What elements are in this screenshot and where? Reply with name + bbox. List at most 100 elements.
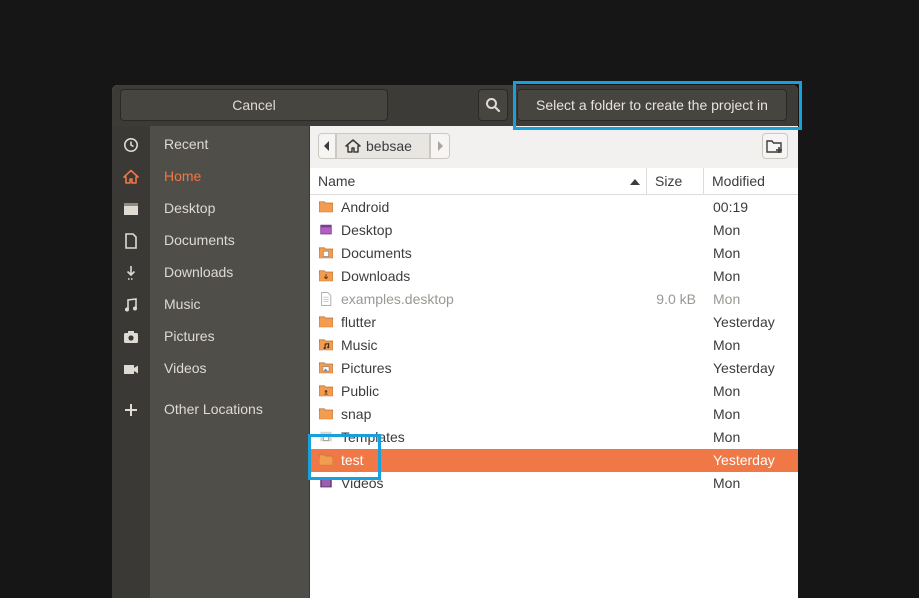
path-forward-button[interactable] [430,133,450,159]
file-modified: Mon [713,268,741,284]
file-modified: Mon [713,222,741,238]
file-modified: Mon [713,291,741,307]
sidebar-item-videos[interactable]: Videos [112,353,309,385]
column-name-label: Name [318,173,356,189]
file-modified: Mon [713,406,741,422]
file-modified: Yesterday [713,314,775,330]
templates-folder-icon [320,431,332,442]
download-icon [126,266,136,280]
file-modified: Mon [713,383,741,399]
column-header-name[interactable]: Name [310,168,647,195]
sort-ascending-icon [630,179,640,185]
folder-icon [319,408,333,420]
folder-icon [319,316,333,328]
file-modified: Mon [713,429,741,445]
folder-icon [319,454,333,466]
sidebar-item-label: Desktop [164,200,216,216]
file-row-test[interactable]: test Yesterday [310,449,798,472]
file-row-desktop[interactable]: Desktop Mon [310,219,798,242]
videos-folder-icon [320,477,332,488]
file-name: Documents [341,245,412,261]
public-folder-icon [319,385,333,397]
sidebar-item-label: Home [164,168,202,184]
file-modified: Mon [713,337,741,353]
file-name: flutter [341,314,377,330]
sidebar-item-downloads[interactable]: Downloads [112,257,309,289]
file-name: Music [341,337,378,353]
file-name: Videos [341,475,384,491]
camera-icon [124,331,138,343]
music-icon [125,298,137,312]
file-row-android[interactable]: Android 00:19 [310,196,798,219]
file-modified: 00:19 [713,199,749,215]
pictures-folder-icon [319,362,333,374]
music-folder-icon [319,339,333,351]
text-file-icon [321,292,332,306]
sidebar-item-label: Videos [164,360,207,376]
select-folder-button[interactable]: Select a folder to create the project in [517,89,787,121]
clock-icon [124,138,138,152]
sidebar-item-label: Downloads [164,264,234,280]
file-row-examples-desktop[interactable]: examples.desktop 9.0 kB Mon [310,288,798,311]
sidebar-item-desktop[interactable]: Desktop [112,193,309,225]
chevron-left-icon [324,141,329,151]
file-name: Templates [341,429,405,445]
plus-icon [125,404,137,416]
new-folder-button[interactable] [762,133,788,159]
file-name: Desktop [341,222,393,238]
chevron-right-icon [438,141,443,151]
sidebar-item-home[interactable]: Home [112,161,309,193]
cancel-button[interactable]: Cancel [120,89,388,121]
file-browser: bebsae Name Size Modified Android 00:19 D [310,126,798,598]
file-row-snap[interactable]: snap Mon [310,403,798,426]
sidebar-item-label: Recent [164,136,209,152]
file-name: Pictures [341,360,392,376]
path-home-button[interactable]: bebsae [336,133,430,159]
documents-folder-icon [319,247,333,259]
search-icon [486,98,501,113]
file-modified: Mon [713,245,741,261]
sidebar-item-music[interactable]: Music [112,289,309,321]
sidebar-item-recent[interactable]: Recent [112,129,309,161]
path-home-label: bebsae [366,138,412,154]
home-icon [345,139,361,153]
file-modified: Yesterday [713,452,775,468]
folder-icon [319,201,333,213]
file-row-downloads[interactable]: Downloads Mon [310,265,798,288]
file-name: Downloads [341,268,411,284]
sidebar-item-pictures[interactable]: Pictures [112,321,309,353]
file-row-flutter[interactable]: flutter Yesterday [310,311,798,334]
file-chooser-dialog: Cancel Select a folder to create the pro… [112,85,798,598]
document-icon [125,233,137,249]
column-modified-label: Modified [712,173,765,189]
file-name: Android [341,199,390,215]
sidebar-item-label: Documents [164,232,235,248]
sidebar-item-label: Pictures [164,328,215,344]
sidebar-item-label: Other Locations [164,401,263,417]
file-modified: Mon [713,475,741,491]
video-icon [124,365,138,374]
sidebar-item-documents[interactable]: Documents [112,225,309,257]
column-header-modified[interactable]: Modified [704,168,798,195]
file-row-music[interactable]: Music Mon [310,334,798,357]
file-size: 9.0 kB [656,291,696,307]
file-name: Public [341,383,380,399]
path-back-button[interactable] [318,133,336,159]
file-row-pictures[interactable]: Pictures Yesterday [310,357,798,380]
header-bar: Cancel Select a folder to create the pro… [112,85,798,127]
desktop-icon [124,203,138,215]
places-sidebar: Recent Home Desktop Documents Downloads Music… [123,126,310,598]
sidebar-item-label: Music [164,296,201,312]
home-icon [123,169,139,184]
file-modified: Yesterday [713,360,775,376]
sidebar-item-other-locations[interactable]: Other Locations [112,394,309,426]
column-size-label: Size [655,173,683,189]
file-row-videos[interactable]: Videos Mon [310,472,798,495]
file-row-templates[interactable]: Templates Mon [310,426,798,449]
search-button[interactable] [478,89,508,121]
file-name: examples.desktop [341,291,454,307]
file-row-documents[interactable]: Documents Mon [310,242,798,265]
file-row-public[interactable]: Public Mon [310,380,798,403]
path-bar: bebsae [310,126,798,169]
column-header-size[interactable]: Size [647,168,704,195]
